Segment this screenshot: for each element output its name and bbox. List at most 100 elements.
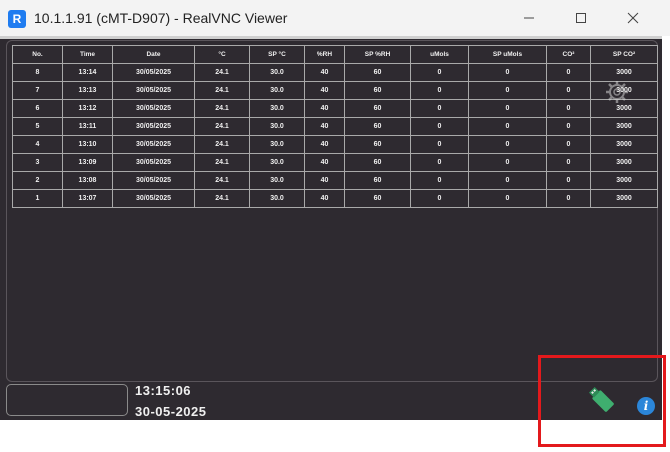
cell-date: 30/05/2025 — [112, 189, 195, 208]
cell-sp-temp: 30.0 — [249, 189, 305, 208]
window-title: 10.1.1.91 (cMT-D907) - RealVNC Viewer — [34, 10, 288, 26]
cell-time: 13:09 — [62, 153, 113, 172]
cell-co2: 0 — [546, 81, 591, 100]
close-button[interactable] — [610, 4, 656, 32]
header-sp-co2: SP CO² — [590, 45, 658, 64]
header-umols: uMols — [410, 45, 469, 64]
header-temp: °C — [194, 45, 250, 64]
header-rh: %RH — [304, 45, 345, 64]
cell-co2: 0 — [546, 117, 591, 136]
cell-no: 3 — [12, 153, 63, 172]
cell-rh: 40 — [304, 81, 345, 100]
cell-time: 13:14 — [62, 63, 113, 82]
table-row[interactable]: 5 13:11 30/05/2025 24.1 30.0 40 60 0 0 0 3000 — [12, 117, 658, 136]
cell-rh: 40 — [304, 189, 345, 208]
header-time: Time — [62, 45, 113, 64]
cell-no: 7 — [12, 81, 63, 100]
cell-date: 30/05/2025 — [112, 117, 195, 136]
clock-time: 13:15:06 — [135, 383, 192, 398]
cell-umols: 0 — [410, 117, 469, 136]
cell-time: 13:13 — [62, 81, 113, 100]
table-row[interactable]: 2 13:08 30/05/2025 24.1 30.0 40 60 0 0 0 3000 — [12, 171, 658, 190]
cell-sp-co2: 3000 — [590, 117, 658, 136]
cell-rh: 40 — [304, 153, 345, 172]
cell-time: 13:10 — [62, 135, 113, 154]
cell-date: 30/05/2025 — [112, 153, 195, 172]
cell-sp-umols: 0 — [468, 171, 547, 190]
cell-sp-umols: 0 — [468, 99, 547, 118]
cell-sp-co2: 3000 — [590, 135, 658, 154]
cell-temp: 24.1 — [194, 117, 250, 136]
cell-temp: 24.1 — [194, 153, 250, 172]
cell-sp-rh: 60 — [344, 81, 411, 100]
cell-co2: 0 — [546, 135, 591, 154]
cell-sp-rh: 60 — [344, 171, 411, 190]
table-row[interactable]: 1 13:07 30/05/2025 24.1 30.0 40 60 0 0 0 3000 — [12, 189, 658, 208]
cell-time: 13:07 — [62, 189, 113, 208]
cell-date: 30/05/2025 — [112, 135, 195, 154]
cell-sp-umols: 0 — [468, 117, 547, 136]
cell-no: 8 — [12, 63, 63, 82]
clock-date: 30-05-2025 — [135, 404, 207, 419]
cell-umols: 0 — [410, 153, 469, 172]
cell-sp-rh: 60 — [344, 63, 411, 82]
minimize-icon — [524, 17, 534, 19]
cell-temp: 24.1 — [194, 189, 250, 208]
cell-rh: 40 — [304, 63, 345, 82]
table-row[interactable]: 6 13:12 30/05/2025 24.1 30.0 40 60 0 0 0 3000 — [12, 99, 658, 118]
maximize-icon — [576, 13, 586, 23]
header-sp-temp: SP °C — [249, 45, 305, 64]
cell-co2: 0 — [546, 171, 591, 190]
annotation-highlight-box — [538, 355, 666, 447]
settings-gear-icon[interactable] — [604, 79, 630, 105]
cell-temp: 24.1 — [194, 171, 250, 190]
cell-rh: 40 — [304, 135, 345, 154]
cell-no: 6 — [12, 99, 63, 118]
cell-rh: 40 — [304, 171, 345, 190]
cell-temp: 24.1 — [194, 135, 250, 154]
cell-rh: 40 — [304, 99, 345, 118]
cell-co2: 0 — [546, 189, 591, 208]
header-date: Date — [112, 45, 195, 64]
minimize-button[interactable] — [506, 4, 552, 32]
cell-temp: 24.1 — [194, 81, 250, 100]
cell-no: 2 — [12, 171, 63, 190]
cell-no: 5 — [12, 117, 63, 136]
cell-date: 30/05/2025 — [112, 81, 195, 100]
message-box — [6, 384, 128, 416]
cell-sp-co2: 3000 — [590, 189, 658, 208]
cell-rh: 40 — [304, 117, 345, 136]
cell-sp-temp: 30.0 — [249, 171, 305, 190]
table-row[interactable]: 3 13:09 30/05/2025 24.1 30.0 40 60 0 0 0 3000 — [12, 153, 658, 172]
cell-time: 13:12 — [62, 99, 113, 118]
maximize-button[interactable] — [558, 4, 604, 32]
cell-sp-co2: 3000 — [590, 153, 658, 172]
cell-umols: 0 — [410, 189, 469, 208]
cell-sp-temp: 30.0 — [249, 153, 305, 172]
cell-sp-umols: 0 — [468, 189, 547, 208]
window-titlebar[interactable]: R 10.1.1.91 (cMT-D907) - RealVNC Viewer — [0, 0, 670, 36]
header-no: No. — [12, 45, 63, 64]
data-log-table: No. Time Date °C SP °C %RH SP %RH uMols … — [12, 45, 658, 208]
hmi-top-divider — [0, 36, 662, 39]
table-header-row: No. Time Date °C SP °C %RH SP %RH uMols … — [12, 45, 658, 64]
cell-co2: 0 — [546, 63, 591, 82]
cell-sp-temp: 30.0 — [249, 99, 305, 118]
cell-date: 30/05/2025 — [112, 99, 195, 118]
cell-time: 13:11 — [62, 117, 113, 136]
table-row[interactable]: 4 13:10 30/05/2025 24.1 30.0 40 60 0 0 0 3000 — [12, 135, 658, 154]
cell-sp-temp: 30.0 — [249, 117, 305, 136]
cell-co2: 0 — [546, 99, 591, 118]
cell-no: 1 — [12, 189, 63, 208]
cell-sp-rh: 60 — [344, 135, 411, 154]
cell-sp-rh: 60 — [344, 117, 411, 136]
cell-sp-umols: 0 — [468, 81, 547, 100]
header-sp-umols: SP uMols — [468, 45, 547, 64]
cell-co2: 0 — [546, 153, 591, 172]
table-row[interactable]: 7 13:13 30/05/2025 24.1 30.0 40 60 0 0 0 3000 — [12, 81, 658, 100]
cell-umols: 0 — [410, 171, 469, 190]
cell-sp-umols: 0 — [468, 153, 547, 172]
table-row[interactable]: 8 13:14 30/05/2025 24.1 30.0 40 60 0 0 0 3000 — [12, 63, 658, 82]
cell-sp-rh: 60 — [344, 153, 411, 172]
cell-sp-rh: 60 — [344, 189, 411, 208]
